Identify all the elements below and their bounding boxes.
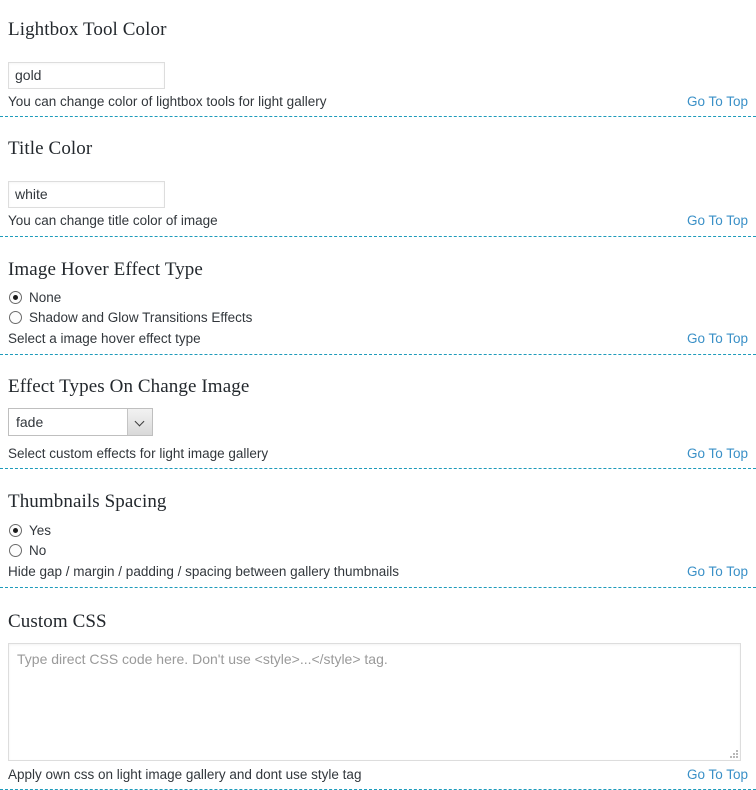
lightbox-tool-color-input[interactable]: [8, 61, 165, 89]
custom-css-placeholder: Type direct CSS code here. Don't use <st…: [17, 650, 388, 667]
section-title-color: Title Color You can change title color o…: [0, 117, 756, 229]
section-image-hover-effect-type: Image Hover Effect Type None Shadow and …: [0, 237, 756, 348]
lightbox-tool-color-field-wrap: [8, 61, 748, 89]
section-effect-types-on-change-image: Effect Types On Change Image fade Select…: [0, 355, 756, 462]
go-to-top-link-4[interactable]: Go To Top: [687, 446, 748, 462]
radio-icon-selected[interactable]: [9, 291, 22, 305]
effect-type-select[interactable]: fade: [8, 408, 153, 436]
section-heading-lightbox-tool-color: Lightbox Tool Color: [8, 19, 167, 40]
go-to-top-link-2[interactable]: Go To Top: [687, 213, 748, 229]
custom-css-desc-row: Apply own css on light image gallery and…: [8, 767, 748, 783]
custom-css-description: Apply own css on light image gallery and…: [8, 766, 362, 782]
radio-option-hover-shadow-glow[interactable]: Shadow and Glow Transitions Effects: [8, 308, 748, 327]
effect-type-desc-row: Select custom effects for light image ga…: [8, 446, 748, 462]
section-lightbox-tool-color: Lightbox Tool Color You can change color…: [0, 0, 756, 110]
image-hover-effect-radio-group: None Shadow and Glow Transitions Effects: [8, 288, 748, 327]
section-heading-title-color: Title Color: [8, 137, 93, 159]
image-hover-effect-desc-row: Select a image hover effect type Go To T…: [8, 331, 748, 347]
custom-css-textarea[interactable]: Type direct CSS code here. Don't use <st…: [8, 642, 741, 761]
settings-page: Lightbox Tool Color You can change color…: [0, 0, 756, 790]
go-to-top-link-5[interactable]: Go To Top: [687, 564, 748, 580]
radio-option-spacing-yes[interactable]: Yes: [8, 521, 748, 540]
go-to-top-link-6[interactable]: Go To Top: [687, 767, 748, 783]
effect-type-select-wrap: fade: [8, 408, 748, 441]
section-heading-custom-css: Custom CSS: [8, 610, 107, 632]
title-color-field-wrap: [8, 180, 748, 208]
lightbox-tool-color-description: You can change color of lightbox tools f…: [8, 93, 327, 109]
image-hover-effect-description: Select a image hover effect type: [8, 331, 201, 347]
go-to-top-link-3[interactable]: Go To Top: [687, 331, 748, 347]
radio-option-spacing-no[interactable]: No: [8, 541, 748, 560]
section-heading-thumbnails-spacing: Thumbnails Spacing: [8, 491, 167, 512]
section-divider-6: [0, 788, 756, 790]
radio-label-hover-shadow-glow: Shadow and Glow Transitions Effects: [29, 310, 253, 326]
section-thumbnails-spacing: Thumbnails Spacing Yes No Hide gap / mar…: [0, 469, 756, 580]
section-heading-effect-types-on-change-image: Effect Types On Change Image: [8, 376, 250, 398]
lightbox-tool-color-desc-row: You can change color of lightbox tools f…: [8, 94, 748, 110]
thumbnails-spacing-desc-row: Hide gap / margin / padding / spacing be…: [8, 564, 748, 580]
title-color-desc-row: You can change title color of image Go T…: [8, 213, 748, 229]
radio-icon-selected[interactable]: [9, 523, 22, 537]
title-color-description: You can change title color of image: [8, 212, 218, 228]
thumbnails-spacing-radio-group: Yes No: [8, 521, 748, 560]
custom-css-textarea-wrap: Type direct CSS code here. Don't use <st…: [8, 642, 748, 761]
thumbnails-spacing-description: Hide gap / margin / padding / spacing be…: [8, 563, 399, 579]
radio-label-spacing-no: No: [29, 542, 47, 558]
section-heading-image-hover-effect-type: Image Hover Effect Type: [8, 258, 203, 280]
go-to-top-link-1[interactable]: Go To Top: [687, 94, 748, 110]
radio-label-hover-none: None: [29, 290, 62, 306]
effect-type-selected-value: fade: [16, 414, 44, 430]
resize-handle-icon[interactable]: [727, 747, 738, 758]
effect-type-description: Select custom effects for light image ga…: [8, 446, 269, 461]
radio-label-spacing-yes: Yes: [29, 522, 52, 538]
radio-option-hover-none[interactable]: None: [8, 288, 748, 307]
radio-icon-unselected[interactable]: [9, 311, 22, 325]
section-custom-css: Custom CSS Type direct CSS code here. Do…: [0, 588, 756, 783]
title-color-input[interactable]: [8, 180, 165, 208]
radio-icon-unselected[interactable]: [9, 543, 22, 557]
chevron-down-icon[interactable]: [127, 409, 152, 435]
